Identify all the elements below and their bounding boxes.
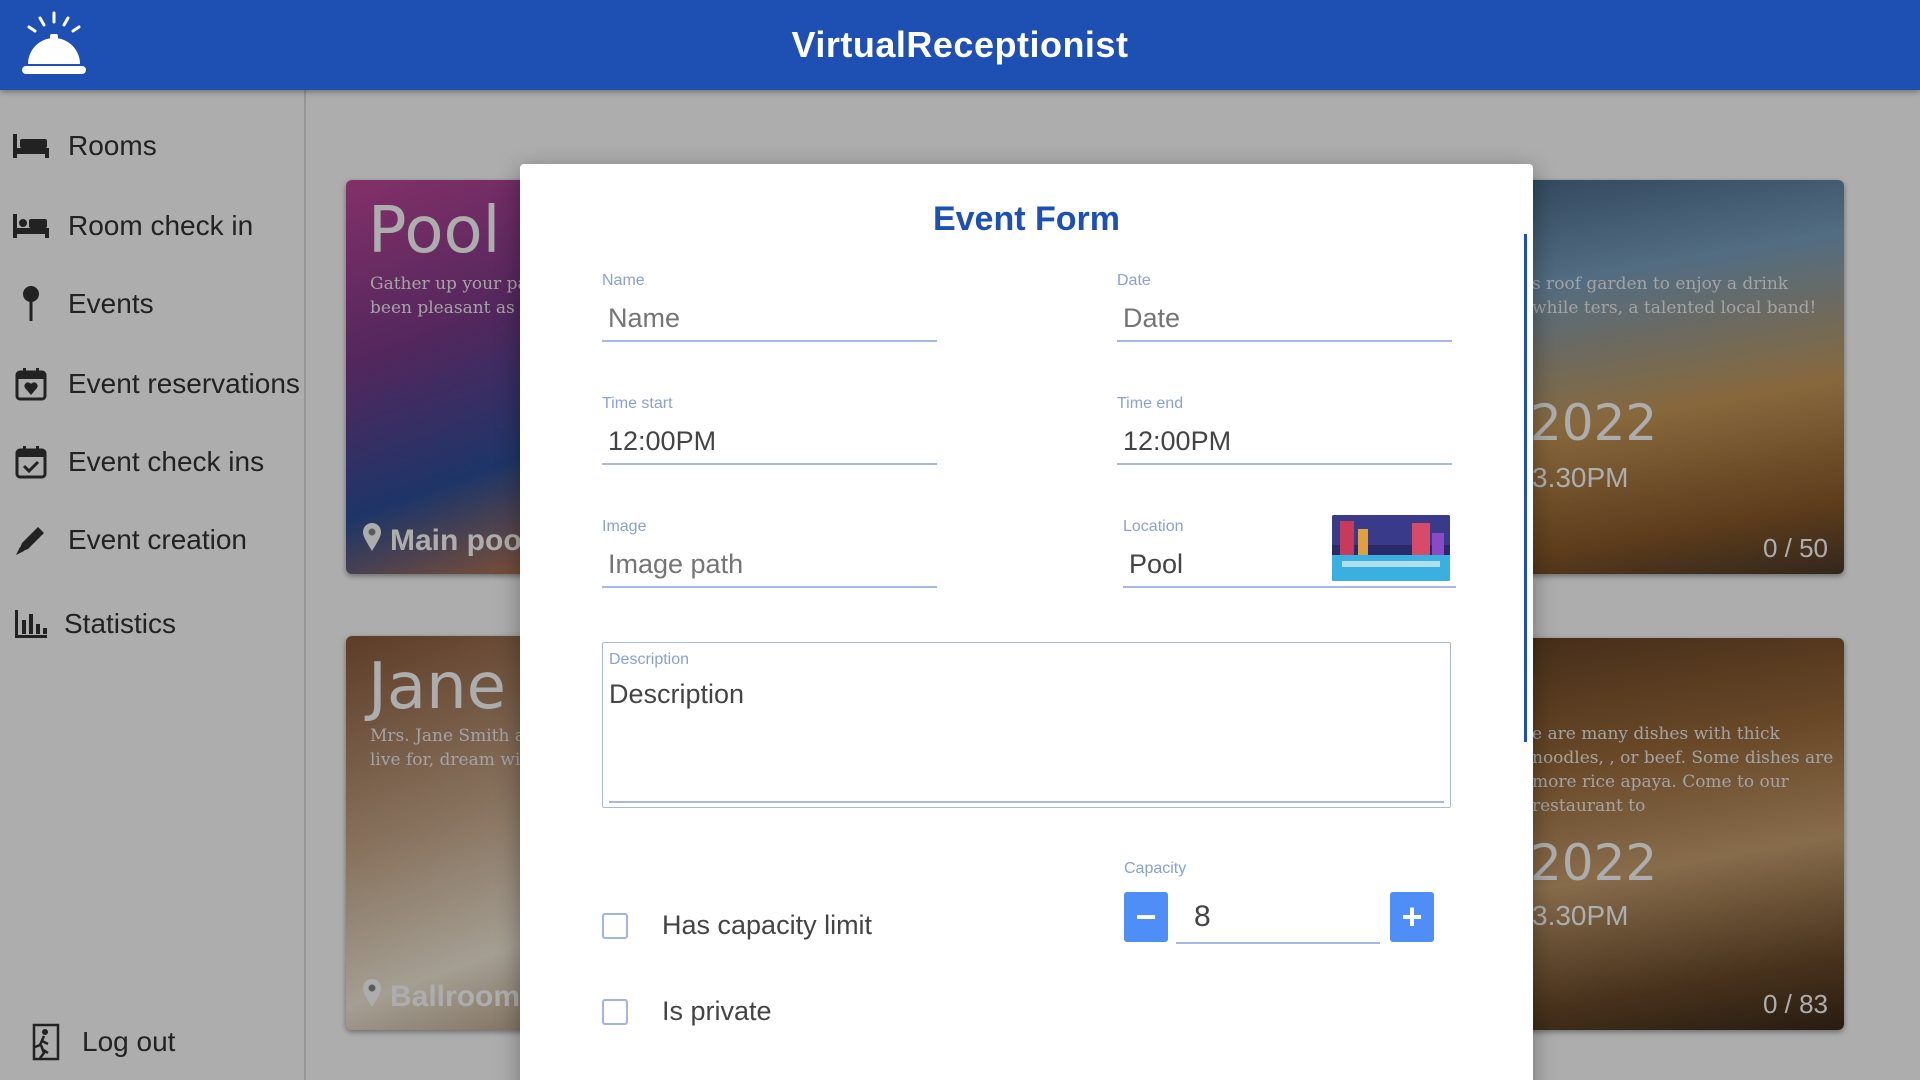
dialog-scrollbar[interactable] — [1524, 234, 1527, 742]
is-private-checkbox[interactable] — [602, 998, 628, 1025]
location-field-label: Location — [1123, 518, 1184, 535]
has-capacity-limit-label: Has capacity limit — [662, 910, 873, 940]
is-private-row[interactable]: Is private — [602, 996, 772, 1027]
location-preview-image — [1332, 515, 1450, 581]
date-input[interactable] — [1117, 296, 1452, 342]
minus-icon: − — [1135, 896, 1157, 937]
image-field: Image — [602, 518, 937, 590]
date-field: Date — [1117, 272, 1452, 344]
time-start-input[interactable] — [602, 419, 937, 465]
dialog-title: Event Form — [932, 200, 1121, 238]
time-start-label: Time start — [602, 395, 673, 412]
capacity-increment-button[interactable]: + — [1390, 892, 1434, 942]
image-path-input[interactable] — [602, 542, 937, 588]
app-title: VirtualReceptionist — [791, 24, 1129, 65]
has-capacity-limit-checkbox[interactable] — [602, 912, 628, 939]
name-input[interactable] — [602, 296, 937, 342]
description-field[interactable]: Description Description — [602, 642, 1451, 808]
has-capacity-limit-row[interactable]: Has capacity limit — [602, 910, 872, 941]
image-field-label: Image — [602, 518, 647, 535]
description-label: Description — [609, 651, 690, 668]
time-end-input[interactable] — [1117, 419, 1452, 465]
time-start-field: Time start — [602, 395, 937, 467]
time-end-label: Time end — [1117, 395, 1184, 412]
description-input[interactable]: Description — [609, 679, 744, 710]
date-field-label: Date — [1117, 272, 1151, 289]
capacity-label: Capacity — [1124, 860, 1187, 877]
name-field-label: Name — [602, 272, 645, 289]
app-header: VirtualReceptionist — [0, 0, 1920, 90]
plus-icon: + — [1401, 896, 1423, 937]
time-end-field: Time end — [1117, 395, 1452, 467]
description-underline — [609, 801, 1444, 803]
event-form-dialog: Event Form Name Date Time start Time end… — [520, 164, 1533, 1080]
name-field: Name — [602, 272, 937, 344]
capacity-decrement-button[interactable]: − — [1124, 892, 1168, 942]
is-private-label: Is private — [662, 996, 772, 1026]
capacity-input[interactable]: 8 — [1176, 890, 1380, 944]
